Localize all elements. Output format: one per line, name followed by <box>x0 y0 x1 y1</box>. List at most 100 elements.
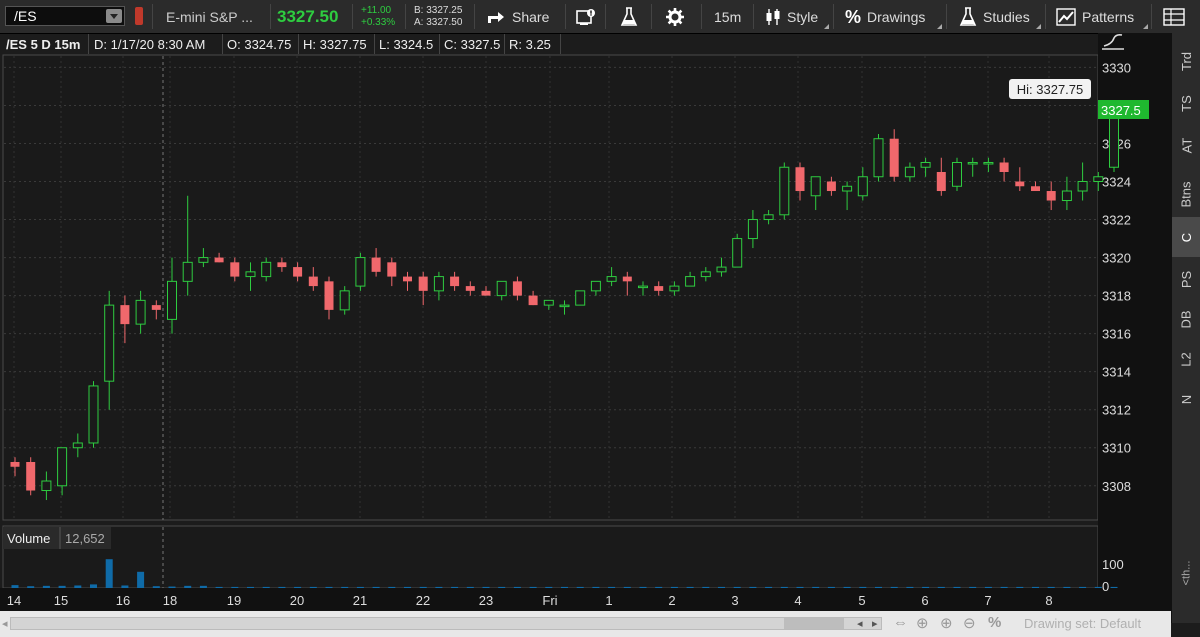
toolbar-divider <box>1045 4 1046 29</box>
tab-at[interactable]: AT <box>1172 125 1200 165</box>
volume-bar <box>137 571 145 588</box>
drawing-set-label[interactable]: Drawing set: Default <box>1024 616 1141 631</box>
time-tick-label: 23 <box>479 593 493 608</box>
candle-body <box>732 238 743 268</box>
candle-body <box>72 442 83 449</box>
candle-body <box>230 262 240 277</box>
toolbar-divider <box>565 4 566 29</box>
candle-body <box>904 166 915 178</box>
candle-body <box>747 219 758 240</box>
scroll-left-icon[interactable]: ◂ <box>857 617 863 630</box>
volume-bar <box>1094 586 1102 588</box>
candle-body <box>167 280 177 320</box>
chart-options-button[interactable] <box>1163 5 1185 29</box>
toolbar-divider <box>651 4 652 29</box>
symbol-input[interactable]: /ES <box>5 6 125 26</box>
tab-btns[interactable]: Btns <box>1172 171 1200 217</box>
candle-body <box>669 285 680 292</box>
volume-bar <box>843 586 851 588</box>
percent-icon[interactable]: % <box>988 614 1001 631</box>
tab-ps[interactable]: PS <box>1172 259 1200 299</box>
last-price-badge-text: 3327.5 <box>1101 103 1141 118</box>
candle-body <box>936 172 946 192</box>
volume-bar <box>1110 586 1118 588</box>
price-tick-label: 3314 <box>1102 365 1131 380</box>
candle-body <box>1077 181 1088 192</box>
patterns-button[interactable]: Patterns <box>1056 5 1134 29</box>
volume-bar <box>827 586 835 588</box>
scroll-left-icon[interactable]: ◂ <box>2 617 8 630</box>
candle-body <box>387 262 397 277</box>
candle-body <box>277 262 287 268</box>
drawings-button[interactable]: % Drawings <box>845 5 925 29</box>
tab-trd[interactable]: Trd <box>1172 41 1200 81</box>
thinkback-button[interactable] <box>620 5 638 29</box>
price-tick-label: 3322 <box>1102 213 1131 228</box>
volume-bar <box>278 586 286 588</box>
share-button[interactable]: Share <box>486 5 549 29</box>
candle-body <box>88 385 99 444</box>
volume-bar <box>670 586 678 588</box>
candle-body <box>1046 191 1056 201</box>
tab-db[interactable]: DB <box>1172 299 1200 339</box>
tab-l2[interactable]: L2 <box>1172 339 1200 379</box>
volume-bar <box>608 586 616 588</box>
volume-bar <box>152 586 160 588</box>
style-button[interactable]: Style <box>765 5 818 29</box>
candle-body <box>810 176 821 197</box>
candle-body <box>685 276 696 287</box>
alert-button[interactable] <box>576 5 596 29</box>
volume-bar <box>90 584 97 588</box>
time-tick-label: 16 <box>116 593 130 608</box>
time-tick-label: 19 <box>227 593 241 608</box>
volume-label: Volume <box>7 531 50 546</box>
collapse-panel-button[interactable]: <th... <box>1172 553 1200 593</box>
studies-button[interactable]: Studies <box>959 5 1030 29</box>
tab-c[interactable]: C <box>1172 217 1200 257</box>
symbol-dropdown-button[interactable] <box>106 9 122 23</box>
volume-bar <box>1016 586 1024 588</box>
time-scrollbar[interactable] <box>10 617 882 630</box>
tab-ts[interactable]: TS <box>1172 83 1200 123</box>
candle-body <box>528 295 538 306</box>
toolbar-divider <box>352 4 353 29</box>
volume-bar <box>545 586 553 588</box>
link-color-icon[interactable] <box>135 7 143 25</box>
candle-body <box>575 290 586 306</box>
candle-body <box>308 276 318 287</box>
share-label: Share <box>512 9 550 25</box>
time-tick-label: 15 <box>54 593 68 608</box>
price-chart[interactable]: 3308331033123314331633183320332233243326… <box>0 33 1171 611</box>
pan-icon[interactable]: ⇔ <box>893 614 908 631</box>
tab-label: AT <box>1179 137 1194 153</box>
volume-pane[interactable] <box>2 525 1099 589</box>
alert-icon <box>576 9 595 25</box>
settings-button[interactable] <box>666 5 684 29</box>
candle-body <box>622 276 632 282</box>
crosshair-icon[interactable]: ⊕ <box>916 614 929 632</box>
candle-body <box>324 281 334 310</box>
volume-bar <box>890 586 898 588</box>
candle-body <box>1109 114 1119 168</box>
volume-bar <box>466 586 474 588</box>
volume-bar <box>906 586 914 588</box>
share-icon <box>488 12 504 23</box>
tab-label: N <box>1178 394 1194 404</box>
time-tick-label: 6 <box>921 593 928 608</box>
flask-icon <box>959 7 977 26</box>
price-axis[interactable] <box>1098 33 1171 611</box>
collapse-panel-label: <th... <box>1180 560 1193 586</box>
candle-body <box>418 276 428 291</box>
candle-body <box>826 181 836 192</box>
zoom-in-icon[interactable]: ⊕ <box>940 614 953 632</box>
candle-body <box>120 305 130 325</box>
zoom-out-icon[interactable]: ⊖ <box>963 614 976 632</box>
candle-body <box>151 305 161 310</box>
candle-body <box>481 290 491 296</box>
scroll-right-icon[interactable]: ▸ <box>872 617 878 630</box>
tab-n[interactable]: N <box>1172 379 1200 419</box>
scrollbar-thumb[interactable] <box>784 618 844 629</box>
volume-bar <box>309 586 317 588</box>
candle-body <box>371 257 381 272</box>
timeframe-button[interactable]: 15m <box>714 5 741 29</box>
